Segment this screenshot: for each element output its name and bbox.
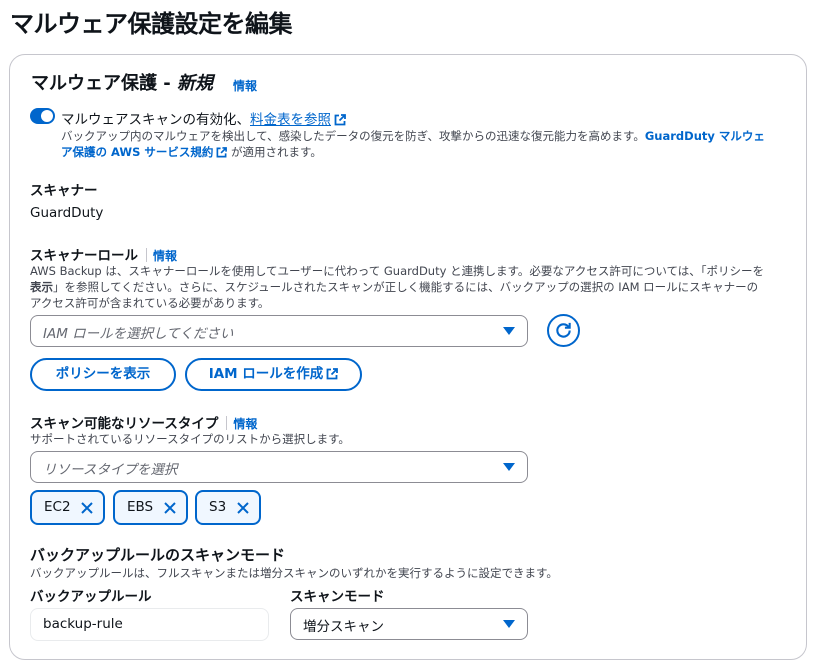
scanner-role-desc2-bold: 表示 (30, 280, 53, 294)
scanner-role-header: スキャナーロール 情報 (30, 244, 177, 264)
scanner-role-desc1: AWS Backup は、スキャナーロールを使用してユーザーに代わって Guar… (30, 264, 765, 278)
resource-types-label: スキャン可能なリソースタイプ (30, 416, 219, 432)
toggle-description-line1: バックアップ内のマルウェアを検出して、感染したデータの復元を防ぎ、攻撃からの迅速… (61, 128, 765, 144)
divider (146, 248, 147, 262)
scanner-role-desc-line1: AWS Backup は、スキャナーロールを使用してユーザーに代わって Guar… (30, 263, 764, 279)
caret-down-icon (503, 620, 515, 628)
view-policy-label: ポリシーを表示 (55, 366, 151, 382)
token-label: S3 (209, 499, 227, 515)
remove-icon[interactable] (163, 501, 177, 515)
malware-protection-card: マルウェア保護 - 新規 情報 マルウェアスキャンの有効化、料金表を参照 バック… (9, 54, 807, 660)
scanner-role-desc-line2: 表示」を参照してください。さらに、スケジュールされたスキャンが正しく機能するには… (30, 279, 758, 295)
token-ebs: EBS (113, 490, 188, 525)
toggle-desc-text: バックアップ内のマルウェアを検出して、感染したデータの復元を防ぎ、攻撃からの迅速… (61, 129, 645, 143)
scanner-role-desc2-rest: 」を参照してください。さらに、スケジュールされたスキャンが正しく機能するには、バ… (53, 280, 759, 294)
remove-icon[interactable] (236, 501, 250, 515)
card-title-text: マルウェア保護 - (31, 73, 178, 94)
refresh-icon (556, 322, 571, 338)
backup-rule-value: backup-rule (43, 616, 123, 632)
toggle-label: マルウェアスキャンの有効化、料金表を参照 (61, 108, 346, 128)
card-info-link[interactable]: 情報 (233, 77, 257, 94)
page-title: マルウェア保護設定を編集 (10, 10, 293, 38)
token-label: EBS (127, 499, 154, 515)
guardduty-terms-link-part2[interactable]: ア保護の AWS サービス規約 (61, 145, 213, 159)
refresh-button[interactable] (547, 314, 580, 347)
token-s3: S3 (195, 490, 261, 525)
view-policy-button[interactable]: ポリシーを表示 (30, 358, 176, 391)
create-iam-role-label: IAM ロールを作成 (208, 366, 324, 382)
toggle-description-line2: ア保護の AWS サービス規約 が適用されます。 (61, 144, 322, 160)
guardduty-terms-link-part1[interactable]: GuardDuty マルウェ (645, 129, 765, 143)
iam-role-select[interactable]: IAM ロールを選択してください (30, 315, 528, 347)
remove-icon[interactable] (80, 501, 94, 515)
pricing-link[interactable]: 料金表を参照 (250, 112, 331, 128)
scanner-role-label: スキャナーロール (30, 248, 138, 264)
toggle-label-text: マルウェアスキャンの有効化、 (61, 112, 250, 128)
resource-types-header: スキャン可能なリソースタイプ 情報 (30, 412, 257, 432)
create-iam-role-button[interactable]: IAM ロールを作成 (185, 358, 362, 391)
malware-scan-toggle[interactable] (30, 108, 55, 124)
scan-mode-desc: バックアップルールは、フルスキャンまたは増分スキャンのいずれかを実行するように設… (30, 566, 558, 580)
scan-mode-select[interactable]: 増分スキャン (290, 608, 528, 640)
caret-down-icon (503, 327, 515, 335)
token-label: EC2 (44, 499, 71, 515)
scanner-label: スキャナー (30, 183, 98, 199)
caret-down-icon (503, 463, 515, 471)
backup-rule-label: バックアップルール (30, 589, 152, 605)
card-title: マルウェア保護 - 新規 (31, 69, 213, 95)
external-link-icon (326, 368, 339, 380)
scan-mode-heading: バックアップルールのスキャンモード (30, 546, 286, 564)
scan-mode-value: 増分スキャン (303, 619, 384, 635)
external-link-icon[interactable] (216, 147, 228, 158)
scan-mode-label: スキャンモード (290, 589, 385, 605)
resource-types-info-link[interactable]: 情報 (233, 417, 257, 431)
token-ec2: EC2 (30, 490, 105, 525)
scanner-role-desc-line3: アクセス許可が含まれている必要があります。 (30, 296, 270, 310)
divider (226, 416, 228, 430)
toggle-knob (41, 110, 53, 122)
iam-role-placeholder: IAM ロールを選択してください (43, 326, 234, 342)
resource-type-select[interactable]: リソースタイプを選択 (30, 451, 528, 483)
backup-rule-field: backup-rule (30, 608, 269, 641)
toggle-desc-suffix: が適用されます。 (227, 145, 322, 159)
resource-type-placeholder: リソースタイプを選択 (43, 462, 178, 478)
external-link-icon[interactable] (334, 114, 346, 126)
resource-types-desc: サポートされているリソースタイプのリストから選択します。 (30, 432, 350, 446)
scanner-value: GuardDuty (30, 205, 104, 221)
card-title-new: 新規 (177, 73, 214, 94)
scanner-role-info-link[interactable]: 情報 (153, 249, 177, 263)
